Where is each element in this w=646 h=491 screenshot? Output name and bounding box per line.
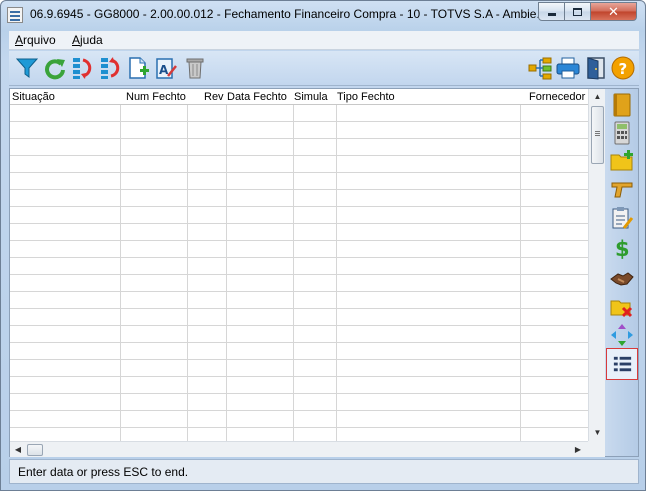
print-icon[interactable] [556, 56, 580, 80]
folder-delete-icon[interactable] [610, 295, 634, 319]
table-row[interactable] [10, 206, 588, 207]
svg-text:?: ? [619, 60, 628, 78]
horizontal-scrollbar[interactable]: ◀ ▶ [10, 441, 588, 457]
list-icon [613, 356, 632, 372]
table-row[interactable] [10, 274, 588, 275]
table-row[interactable] [10, 359, 588, 360]
vertical-scroll-thumb[interactable] [591, 106, 604, 164]
grid-header: Situação Num Fechto Rev Data Fechto Simu… [10, 89, 588, 105]
scroll-down-icon[interactable]: ▼ [589, 425, 606, 441]
table-row[interactable] [10, 376, 588, 377]
column-header-simula[interactable]: Simula [294, 91, 328, 103]
vertical-scrollbar[interactable]: ▲ ▼ [588, 89, 605, 441]
add-folder-icon[interactable] [610, 149, 634, 173]
pistol-icon[interactable] [610, 177, 634, 201]
window-title: 06.9.6945 - GG8000 - 2.00.00.012 - Fecha… [30, 7, 547, 21]
column-header-data-fechto[interactable]: Data Fechto [227, 91, 287, 103]
table-row[interactable] [10, 427, 588, 428]
close-icon: ✕ [608, 3, 619, 19]
grid-rows[interactable] [10, 105, 588, 441]
table-row[interactable] [10, 291, 588, 292]
scroll-right-icon[interactable]: ▶ [570, 442, 586, 458]
table-row[interactable] [10, 155, 588, 156]
minimize-icon [547, 13, 556, 16]
column-header-situacao[interactable]: Situação [12, 91, 55, 103]
hierarchy-icon[interactable] [528, 56, 552, 80]
menu-bar: Arquivo Ajuda [9, 31, 639, 50]
edit-text-icon[interactable]: A [154, 56, 178, 80]
dollar-icon[interactable]: $ [610, 235, 634, 259]
table-row[interactable] [10, 240, 588, 241]
minimize-button[interactable] [538, 2, 565, 21]
list-button[interactable] [606, 348, 638, 380]
table-row[interactable] [10, 121, 588, 122]
table-row[interactable] [10, 342, 588, 343]
arrows-merge-icon[interactable] [610, 323, 634, 347]
title-bar[interactable]: 06.9.6945 - GG8000 - 2.00.00.012 - Fecha… [1, 1, 645, 30]
close-button[interactable]: ✕ [590, 2, 637, 21]
help-icon[interactable]: ? [611, 56, 635, 80]
table-row[interactable] [10, 325, 588, 326]
status-message: Enter data or press ESC to end. [18, 465, 189, 479]
table-row[interactable] [10, 172, 588, 173]
trash-icon[interactable] [183, 56, 207, 80]
calculator-icon[interactable] [610, 121, 634, 145]
column-header-tipo-fechto[interactable]: Tipo Fechto [337, 91, 395, 103]
maximize-icon [573, 7, 582, 16]
app-icon[interactable] [7, 7, 23, 23]
horizontal-scroll-thumb[interactable] [27, 444, 43, 456]
refresh-icon[interactable] [43, 56, 67, 80]
status-bar: Enter data or press ESC to end. [9, 459, 639, 484]
scroll-up-icon[interactable]: ▲ [589, 89, 606, 105]
toolbar: A ? [9, 51, 639, 86]
maximize-button[interactable] [564, 2, 591, 21]
side-toolbar: $ [605, 88, 639, 457]
data-grid[interactable]: Situação Num Fechto Rev Data Fechto Simu… [9, 88, 605, 457]
table-row[interactable] [10, 308, 588, 309]
table-row[interactable] [10, 257, 588, 258]
exit-door-icon[interactable] [584, 56, 608, 80]
column-header-fornecedor[interactable]: Fornecedor [529, 91, 585, 103]
app-window: 06.9.6945 - GG8000 - 2.00.00.012 - Fecha… [0, 0, 646, 491]
scroll-left-icon[interactable]: ◀ [10, 442, 26, 458]
filter-icon[interactable] [15, 56, 39, 80]
sort-descending-icon[interactable] [98, 56, 122, 80]
table-row[interactable] [10, 189, 588, 190]
new-document-icon[interactable] [126, 56, 150, 80]
notebook-icon[interactable] [610, 93, 634, 117]
clipboard-edit-icon[interactable] [610, 206, 634, 230]
menu-ajuda[interactable]: Ajuda [72, 33, 103, 47]
table-row[interactable] [10, 223, 588, 224]
table-row[interactable] [10, 393, 588, 394]
column-header-rev[interactable]: Rev [204, 91, 224, 103]
column-header-num-fechto[interactable]: Num Fechto [126, 91, 186, 103]
table-row[interactable] [10, 410, 588, 411]
svg-text:$: $ [615, 237, 630, 259]
menu-arquivo[interactable]: Arquivo [15, 33, 56, 47]
scroll-corner [588, 441, 605, 457]
table-row[interactable] [10, 138, 588, 139]
sort-ascending-icon[interactable] [70, 56, 94, 80]
handshake-icon[interactable] [610, 267, 634, 291]
